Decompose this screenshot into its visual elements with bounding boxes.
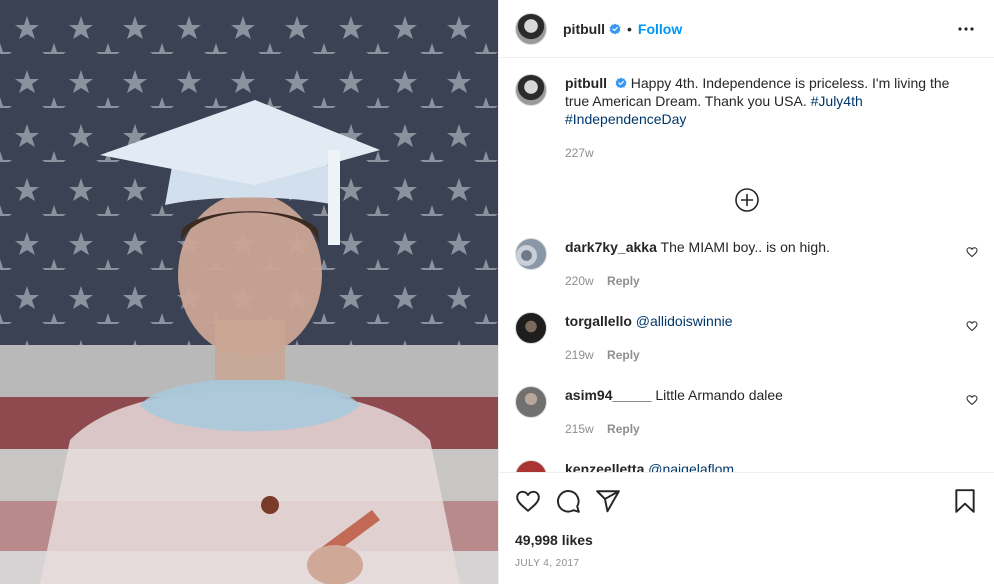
comment-like-heart-icon[interactable] — [966, 394, 978, 406]
caption-author-avatar[interactable] — [515, 74, 547, 106]
comment-timestamp[interactable]: 220w — [565, 274, 594, 288]
hashtag-july4th[interactable]: #July4th — [811, 93, 863, 109]
post-header: pitbull • Follow — [499, 0, 994, 58]
caption-timestamp[interactable]: 227w — [565, 146, 594, 160]
post-photo[interactable] — [0, 0, 498, 584]
verified-badge-icon — [609, 23, 621, 34]
comment-icon[interactable] — [555, 488, 581, 514]
hashtag-independenceday[interactable]: #IndependenceDay — [565, 111, 686, 127]
commenter-avatar[interactable] — [515, 238, 547, 270]
comment-meta: 220w Reply — [565, 272, 955, 290]
author-username[interactable]: pitbull — [563, 21, 605, 37]
commenter-avatar[interactable] — [515, 460, 547, 472]
verified-badge-icon — [615, 77, 627, 89]
action-icons — [515, 487, 978, 515]
share-icon[interactable] — [595, 488, 621, 514]
reply-button[interactable]: Reply — [607, 422, 640, 436]
comment-meta: 219w Reply — [565, 346, 955, 364]
comment-item: kenzeelletta @naigelaflom — [515, 460, 978, 472]
reply-button[interactable]: Reply — [607, 348, 640, 362]
comments-section[interactable]: pitbull Happy 4th. Independence is price… — [499, 58, 994, 472]
comment-item: asim94_____ Little Armando dalee 215w Re… — [515, 386, 978, 438]
comment-text: The MIAMI boy.. is on high. — [660, 239, 830, 255]
comment-meta: 215w Reply — [565, 420, 955, 438]
post-date[interactable]: July 4, 2017 — [515, 558, 978, 569]
comment-item: dark7ky_akka The MIAMI boy.. is on high.… — [515, 238, 978, 290]
comment-mention[interactable]: @allidoiswinnie — [636, 313, 733, 329]
load-more-comments-button[interactable] — [515, 188, 978, 212]
commenter-username[interactable]: kenzeelletta — [565, 461, 644, 472]
graduation-photo-with-flag-overlay — [0, 0, 498, 584]
post-actions: 49,998 likes July 4, 2017 — [499, 472, 994, 569]
comment-body: asim94_____ Little Armando dalee 215w Re… — [565, 386, 955, 438]
author-avatar[interactable] — [515, 12, 547, 45]
comment-body: torgallello @allidoiswinnie 219w Reply — [565, 312, 955, 364]
bookmark-icon[interactable] — [952, 488, 978, 514]
comment-item: torgallello @allidoiswinnie 219w Reply — [515, 312, 978, 364]
more-options-icon[interactable] — [954, 17, 978, 41]
post-caption: pitbull Happy 4th. Independence is price… — [515, 74, 978, 162]
reply-button[interactable]: Reply — [607, 274, 640, 288]
commenter-avatar[interactable] — [515, 312, 547, 344]
heart-icon[interactable] — [515, 488, 541, 514]
commenter-avatar[interactable] — [515, 386, 547, 418]
comment-body: kenzeelletta @naigelaflom — [565, 460, 955, 472]
comment-like-heart-icon[interactable] — [966, 320, 978, 332]
load-more-comments-icon[interactable] — [734, 188, 759, 212]
follow-button[interactable]: Follow — [638, 21, 682, 37]
comment-timestamp[interactable]: 219w — [565, 348, 594, 362]
commenter-username[interactable]: dark7ky_akka — [565, 239, 657, 255]
comment-text: Little Armando dalee — [655, 387, 783, 403]
instagram-post: pitbull • Follow pitbull Happy 4th. Inde… — [0, 0, 994, 584]
like-count[interactable]: 49,998 likes — [515, 532, 978, 548]
comment-timestamp[interactable]: 215w — [565, 422, 594, 436]
comment-body: dark7ky_akka The MIAMI boy.. is on high.… — [565, 238, 955, 290]
post-details-panel: pitbull • Follow pitbull Happy 4th. Inde… — [498, 0, 994, 584]
caption-username[interactable]: pitbull — [565, 75, 607, 91]
commenter-username[interactable]: asim94_____ — [565, 387, 651, 403]
comment-like-heart-icon[interactable] — [966, 246, 978, 258]
caption-body: pitbull Happy 4th. Independence is price… — [565, 74, 965, 162]
comment-mention[interactable]: @naigelaflom — [648, 461, 734, 472]
separator-dot: • — [627, 20, 632, 37]
commenter-username[interactable]: torgallello — [565, 313, 632, 329]
caption-meta: 227w — [565, 144, 965, 162]
